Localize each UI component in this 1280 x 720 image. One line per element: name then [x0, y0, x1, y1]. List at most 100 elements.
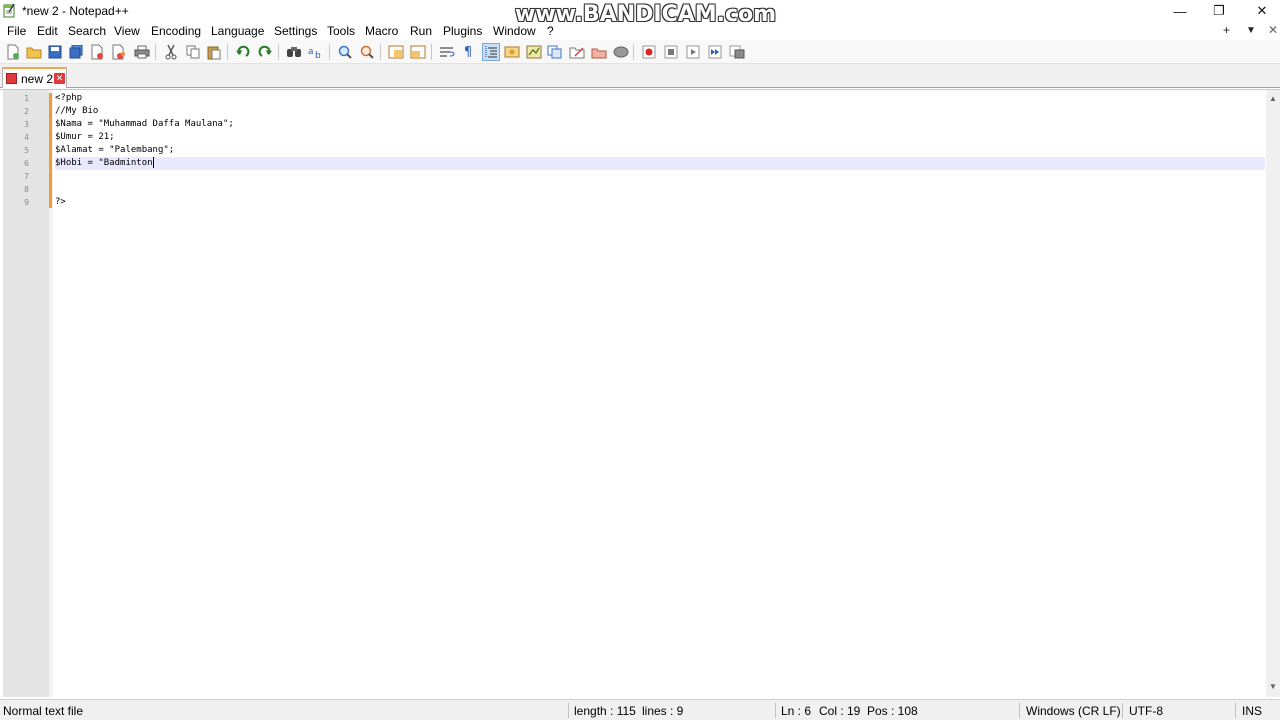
line-numbers: 1 2 3 4 5 6 7 8 9 [3, 92, 29, 209]
code-line[interactable]: $Alamat = "Palembang"; [55, 144, 1265, 157]
current-line-text[interactable]: $Hobi = "Badminton [55, 158, 153, 168]
menu-run[interactable]: Run [410, 24, 432, 38]
indent-guide-icon[interactable] [482, 43, 500, 61]
save-icon[interactable] [46, 43, 64, 61]
code-text[interactable]: <?php //My Bio $Nama = "Muhammad Daffa M… [55, 92, 1265, 209]
status-divider [568, 703, 569, 718]
line-number: 2 [24, 107, 29, 116]
scroll-down-arrow-icon[interactable]: ▼ [1269, 682, 1277, 691]
status-eol-format: Windows (CR LF) [1026, 704, 1121, 718]
tab-label: new 2 [21, 72, 54, 86]
current-code-line[interactable]: $Hobi = "Badminton [55, 157, 1265, 170]
word-wrap-icon[interactable] [438, 43, 456, 61]
zoom-out-icon[interactable] [358, 43, 376, 61]
folder-as-workspace-icon[interactable] [568, 43, 586, 61]
save-macro-icon[interactable] [728, 43, 746, 61]
copy-icon[interactable] [184, 43, 202, 61]
window-title: *new 2 - Notepad++ [22, 4, 129, 18]
find-icon[interactable] [285, 43, 303, 61]
code-line[interactable] [55, 170, 1265, 183]
line-number: 7 [24, 172, 29, 181]
menu-view[interactable]: View [114, 24, 140, 38]
code-line[interactable]: ?> [55, 196, 1265, 209]
menu-file[interactable]: File [7, 24, 26, 38]
paste-icon[interactable] [205, 43, 223, 61]
run-macro-multiple-icon[interactable] [706, 43, 724, 61]
code-line[interactable]: $Nama = "Muhammad Daffa Maulana"; [55, 118, 1265, 131]
vertical-scrollbar[interactable]: ▲ ▼ [1266, 90, 1280, 697]
sync-horizontal-icon[interactable] [409, 43, 427, 61]
editor-area[interactable]: 1 2 3 4 5 6 7 8 9 <?php //My Bio $Nama =… [0, 89, 1280, 697]
scroll-up-arrow-icon[interactable]: ▲ [1269, 94, 1277, 103]
menu-search[interactable]: Search [68, 24, 106, 38]
status-divider [1122, 703, 1123, 718]
status-line-number: Ln : 6 [781, 704, 812, 718]
unsaved-file-icon [6, 73, 17, 84]
menu-plugins[interactable]: Plugins [443, 24, 482, 38]
tab-bar: new 2 ✕ [0, 64, 1280, 88]
monitoring-icon[interactable] [590, 43, 608, 61]
minimize-button[interactable]: — [1158, 0, 1202, 22]
status-insert-mode: INS [1242, 704, 1263, 718]
stop-recording-icon[interactable] [662, 43, 680, 61]
maximize-button[interactable]: ❐ [1197, 0, 1241, 22]
close-document-button[interactable]: ✕ [1268, 23, 1278, 37]
print-icon[interactable] [133, 43, 151, 61]
status-divider [775, 703, 776, 718]
toolbar-separator [431, 44, 432, 60]
playback-macro-icon[interactable] [684, 43, 702, 61]
replace-icon[interactable]: ab [307, 43, 325, 61]
toolbar-separator [633, 44, 634, 60]
menu-macro[interactable]: Macro [365, 24, 398, 38]
save-all-icon[interactable] [67, 43, 85, 61]
undo-icon[interactable] [234, 43, 252, 61]
document-map-icon[interactable] [525, 43, 543, 61]
menu-settings[interactable]: Settings [274, 24, 317, 38]
close-all-icon[interactable] [109, 43, 127, 61]
status-file-type: Normal text file [3, 704, 84, 718]
menu-window[interactable]: Window [493, 24, 536, 38]
status-divider [1235, 703, 1236, 718]
status-bar: Normal text file length : 115 lines : 9 … [0, 699, 1280, 720]
menu-encoding[interactable]: Encoding [151, 24, 201, 38]
tab-close-icon[interactable]: ✕ [54, 73, 65, 84]
close-file-icon[interactable] [88, 43, 106, 61]
show-all-characters-icon[interactable]: ¶ [459, 43, 477, 61]
line-number: 9 [24, 198, 29, 207]
redo-icon[interactable] [256, 43, 274, 61]
function-list-icon[interactable] [546, 43, 564, 61]
text-caret [152, 157, 154, 168]
record-macro-icon[interactable] [640, 43, 658, 61]
status-length: length : 115 [574, 704, 636, 718]
menu-language[interactable]: Language [211, 24, 264, 38]
code-line[interactable]: //My Bio [55, 105, 1265, 118]
close-window-button[interactable]: ✕ [1240, 0, 1280, 22]
title-bar: *new 2 - Notepad++ www.BANDICAM.com — ❐ … [0, 0, 1280, 27]
eye-toggle-icon[interactable] [612, 43, 630, 61]
line-number: 8 [24, 185, 29, 194]
code-line[interactable]: <?php [55, 92, 1265, 105]
menu-tools[interactable]: Tools [327, 24, 355, 38]
svg-text:b: b [315, 51, 321, 59]
status-encoding: UTF-8 [1129, 704, 1163, 718]
tab-new-2[interactable]: new 2 ✕ [2, 67, 67, 88]
line-number: 4 [24, 133, 29, 142]
new-file-icon[interactable] [4, 43, 22, 61]
menu-edit[interactable]: Edit [37, 24, 58, 38]
toolbar-separator [227, 44, 228, 60]
open-file-icon[interactable] [25, 43, 43, 61]
zoom-in-icon[interactable] [336, 43, 354, 61]
status-lines: lines : 9 [642, 704, 684, 718]
menu-help[interactable]: ? [547, 24, 554, 38]
status-position: Pos : 108 [867, 704, 918, 718]
change-history-bar [49, 93, 52, 208]
code-line[interactable] [55, 183, 1265, 196]
code-line[interactable]: $Umur = 21; [55, 131, 1265, 144]
user-defined-language-icon[interactable] [503, 43, 521, 61]
tab-list-dropdown[interactable]: ▼ [1246, 25, 1256, 36]
sync-vertical-icon[interactable] [387, 43, 405, 61]
cut-icon[interactable] [162, 43, 180, 61]
add-tab-button[interactable]: + [1223, 23, 1230, 37]
toolbar-separator [380, 44, 381, 60]
notepad-plus-plus-icon [3, 3, 15, 18]
